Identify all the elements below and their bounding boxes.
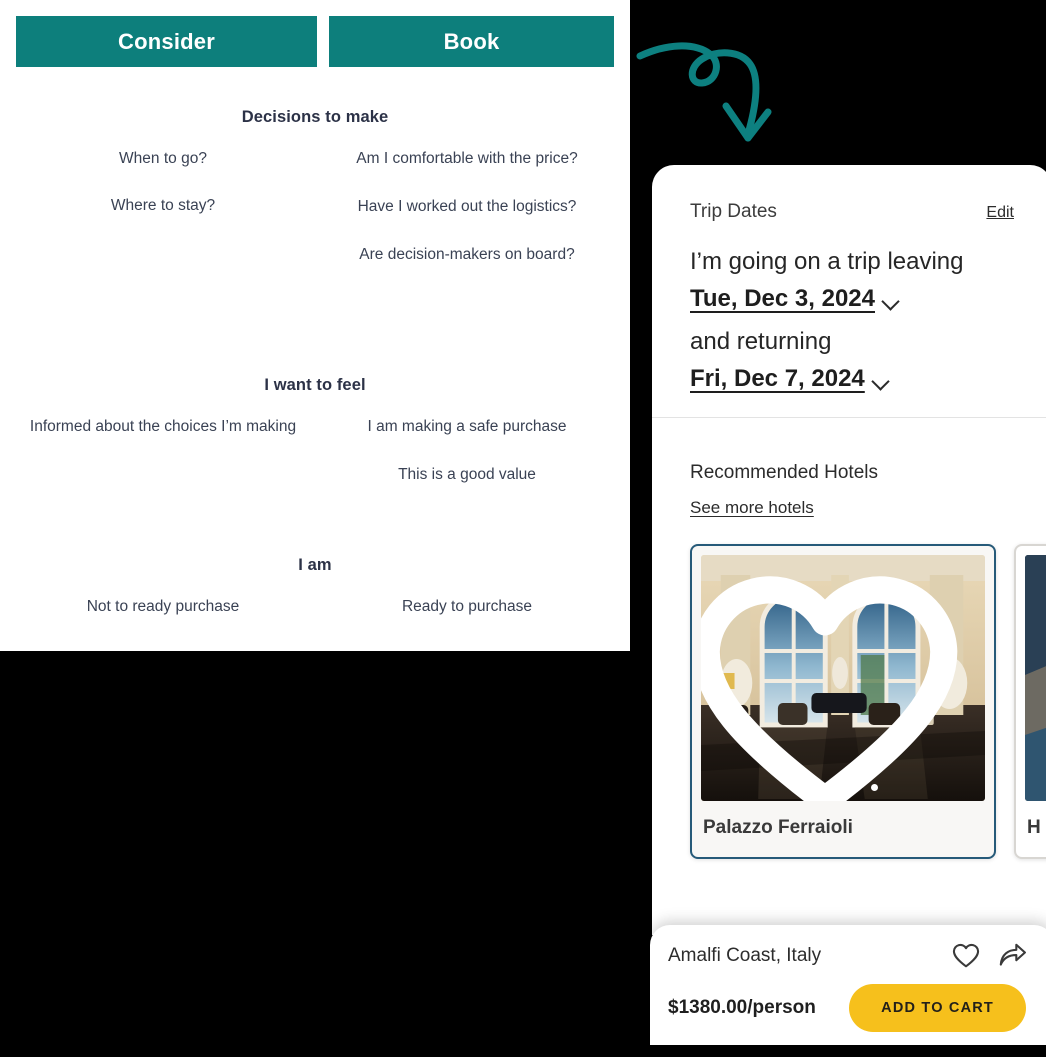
carousel-dot[interactable] xyxy=(829,784,836,791)
column-left: Not to ready purchase xyxy=(18,597,308,617)
column-left: When to go? Where to stay? xyxy=(18,149,308,243)
price-row: $1380.00/person ADD TO CART xyxy=(668,984,1026,1032)
section-decisions-to-make: Decisions to make When to go? Where to s… xyxy=(0,108,630,384)
list-item: Are decision-makers on board? xyxy=(359,246,575,263)
chevron-down-icon[interactable] xyxy=(883,295,899,304)
see-more-hotels-link[interactable]: See more hotels xyxy=(690,498,814,518)
section-title: Decisions to make xyxy=(241,108,389,126)
list-item: Ready to purchase xyxy=(401,598,533,615)
section-columns: Informed about the choices I’m making I … xyxy=(0,417,630,529)
leaving-text: I’m going on a trip leaving xyxy=(690,248,964,275)
tab-consider[interactable]: Consider xyxy=(16,16,317,67)
returning-text: and returning xyxy=(690,328,832,355)
hotel-name: H xyxy=(1027,817,1041,838)
carousel-dot[interactable] xyxy=(808,784,815,791)
carousel-dot[interactable] xyxy=(871,784,878,791)
action-icons xyxy=(952,943,1026,968)
price-per-person: $1380.00/person xyxy=(668,997,816,1018)
column-right: I am making a safe purchase This is a go… xyxy=(322,417,612,485)
list-item: Where to stay? xyxy=(110,197,216,214)
depart-date-value[interactable]: Tue, Dec 3, 2024 xyxy=(690,285,875,313)
list-item: Have I worked out the logistics? xyxy=(357,198,577,215)
booking-action-bar: Amalfi Coast, Italy $1380.00/person ADD … xyxy=(650,925,1046,1045)
list-item: I am making a safe purchase xyxy=(367,418,567,435)
section-i-am: I am Not to ready purchase Ready to purc… xyxy=(0,556,630,637)
share-arrow-icon[interactable] xyxy=(998,943,1026,968)
carousel-dot[interactable] xyxy=(850,784,857,791)
heart-outline-icon[interactable] xyxy=(701,571,967,801)
trip-dates-card: Trip Dates Edit I’m going on a trip leav… xyxy=(652,165,1046,935)
coastal-cliff-photo xyxy=(1025,555,1046,801)
section-divider xyxy=(652,417,1046,418)
hotel-card[interactable]: H xyxy=(1014,544,1046,859)
section-title: I am xyxy=(298,556,332,574)
location-row: Amalfi Coast, Italy xyxy=(668,943,1026,968)
column-right: Ready to purchase xyxy=(322,597,612,617)
add-to-cart-button[interactable]: ADD TO CART xyxy=(849,984,1026,1032)
edit-trip-dates-link[interactable]: Edit xyxy=(986,204,1014,222)
section-title: I want to feel xyxy=(264,376,366,394)
hotel-location: Amalfi Coast, Italy xyxy=(668,944,822,966)
list-item: Am I comfortable with the price? xyxy=(356,150,578,167)
hotel-carousel[interactable]: Palazzo Ferraioli H xyxy=(690,544,1046,859)
trip-card-header: Trip Dates Edit xyxy=(690,201,1014,223)
chevron-down-icon[interactable] xyxy=(873,375,889,384)
tab-book[interactable]: Book xyxy=(329,16,614,67)
list-item: When to go? xyxy=(119,150,207,167)
hotel-name: Palazzo Ferraioli xyxy=(703,817,853,838)
trip-dates-label: Trip Dates xyxy=(690,201,777,222)
return-date-value[interactable]: Fri, Dec 7, 2024 xyxy=(690,365,865,393)
column-right: Am I comfortable with the price? Have I … xyxy=(322,149,612,265)
recommended-hotels-title: Recommended Hotels xyxy=(690,462,878,483)
list-item: Not to ready purchase xyxy=(86,598,240,615)
consider-book-panel: Consider Book Decisions to make When to … xyxy=(0,0,630,651)
section-columns: Not to ready purchase Ready to purchase xyxy=(0,597,630,637)
heart-outline-icon[interactable] xyxy=(952,943,980,968)
tab-bar: Consider Book xyxy=(16,16,614,67)
hotel-card[interactable]: Palazzo Ferraioli xyxy=(690,544,996,859)
carousel-dots[interactable] xyxy=(701,784,985,791)
list-item: Informed about the choices I’m making xyxy=(29,418,297,435)
hotel-lobby-photo xyxy=(701,555,985,801)
return-date-row[interactable]: Fri, Dec 7, 2024 xyxy=(690,365,1014,393)
section-columns: When to go? Where to stay? Am I comforta… xyxy=(0,149,630,384)
column-left: Informed about the choices I’m making xyxy=(18,417,308,437)
list-item: This is a good value xyxy=(398,466,536,483)
depart-date-row[interactable]: Tue, Dec 3, 2024 xyxy=(690,285,1014,313)
section-i-want-to-feel: I want to feel Informed about the choice… xyxy=(0,376,630,529)
